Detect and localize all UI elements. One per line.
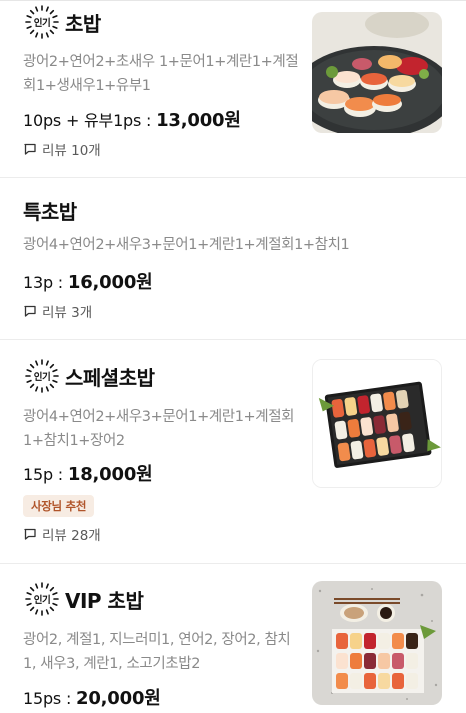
menu-item-name: 초밥 bbox=[65, 11, 101, 36]
menu-item-price-row: 15ps : 20,000원 bbox=[23, 684, 161, 710]
menu-item-title-row: 특초밥 bbox=[23, 192, 77, 228]
menu-item-price-prefix: 10ps + 유부1ps : bbox=[23, 111, 157, 130]
menu-item-image[interactable] bbox=[312, 12, 442, 133]
menu-item-description: 광어2+연어2+초새우 1+문어1+계란1+계절회1+생새우1+유부1 bbox=[23, 54, 299, 94]
menu-item-price: 20,000원 bbox=[76, 688, 161, 709]
review-link[interactable]: 리뷰 28개 bbox=[23, 524, 101, 544]
menu-item-title-row: 인기 스페셜초밥 bbox=[23, 358, 155, 394]
owner-recommend-tag: 사장님 추천 bbox=[23, 495, 95, 517]
menu-item-price-row: 15p : 18,000원 bbox=[23, 460, 153, 486]
menu-item-price-row: 13p : 16,000원 bbox=[23, 268, 153, 294]
comment-icon bbox=[24, 143, 36, 155]
review-link[interactable]: 리뷰 3개 bbox=[23, 301, 92, 321]
menu-item-vip-sushi[interactable]: 인기 VIP 초밥 광어2, 계절1, 지느러미1, 연어2, 장어2, 참치1… bbox=[0, 564, 466, 713]
menu-item-price-row: 10ps + 유부1ps : 13,000원 bbox=[23, 106, 241, 132]
menu-item-price: 13,000원 bbox=[156, 110, 241, 131]
menu-item-description: 광어4+연어2+새우3+문어1+계란1+계절회1+참치1+장어2 bbox=[23, 409, 295, 449]
menu-item-sushi[interactable]: 인기 초밥 광어2+연어2+초새우 1+문어1+계란1+계절회1+생새우1+유부… bbox=[0, 0, 466, 176]
menu-item-special-set[interactable]: 인기 스페셜초밥 광어4+연어2+새우3+문어1+계란1+계절회1+참치1+장어… bbox=[0, 340, 466, 562]
menu-item-price: 16,000원 bbox=[67, 272, 153, 293]
menu-item-price-prefix: 13p : bbox=[23, 273, 68, 292]
review-count: 리뷰 10개 bbox=[42, 143, 101, 159]
menu-item-image[interactable] bbox=[312, 581, 442, 705]
review-count: 리뷰 28개 bbox=[42, 528, 101, 544]
review-link[interactable]: 리뷰 10개 bbox=[23, 139, 101, 159]
comment-icon bbox=[24, 528, 36, 540]
popular-badge-label: 인기 bbox=[33, 372, 51, 383]
comment-icon bbox=[24, 305, 36, 317]
menu-item-title-row: 인기 VIP 초밥 bbox=[23, 580, 144, 618]
popular-badge: 인기 bbox=[23, 3, 61, 41]
popular-badge-label: 인기 bbox=[33, 18, 51, 29]
menu-item-description: 광어4+연어2+새우3+문어1+계란1+계절회1+참치1 bbox=[23, 237, 350, 253]
menu-item-name: 특초밥 bbox=[23, 199, 77, 224]
menu-item-special-sushi[interactable]: 특초밥 광어4+연어2+새우3+문어1+계란1+계절회1+참치1 13p : 1… bbox=[0, 178, 466, 338]
menu-item-price-prefix: 15p : bbox=[23, 465, 68, 484]
popular-badge-label: 인기 bbox=[33, 595, 51, 606]
menu-item-title-row: 인기 초밥 bbox=[23, 4, 101, 40]
menu-item-name: VIP 초밥 bbox=[65, 588, 144, 613]
menu-item-description: 광어2, 계절1, 지느러미1, 연어2, 장어2, 참치1, 새우3, 계란1… bbox=[23, 632, 291, 672]
review-count: 리뷰 3개 bbox=[42, 305, 93, 321]
popular-badge: 인기 bbox=[23, 357, 61, 395]
menu-item-price-prefix: 15ps : bbox=[23, 689, 77, 708]
menu-item-name: 스페셜초밥 bbox=[65, 365, 155, 390]
popular-badge: 인기 bbox=[23, 580, 61, 618]
menu-item-price: 18,000원 bbox=[67, 464, 153, 485]
menu-item-image[interactable] bbox=[312, 359, 442, 488]
